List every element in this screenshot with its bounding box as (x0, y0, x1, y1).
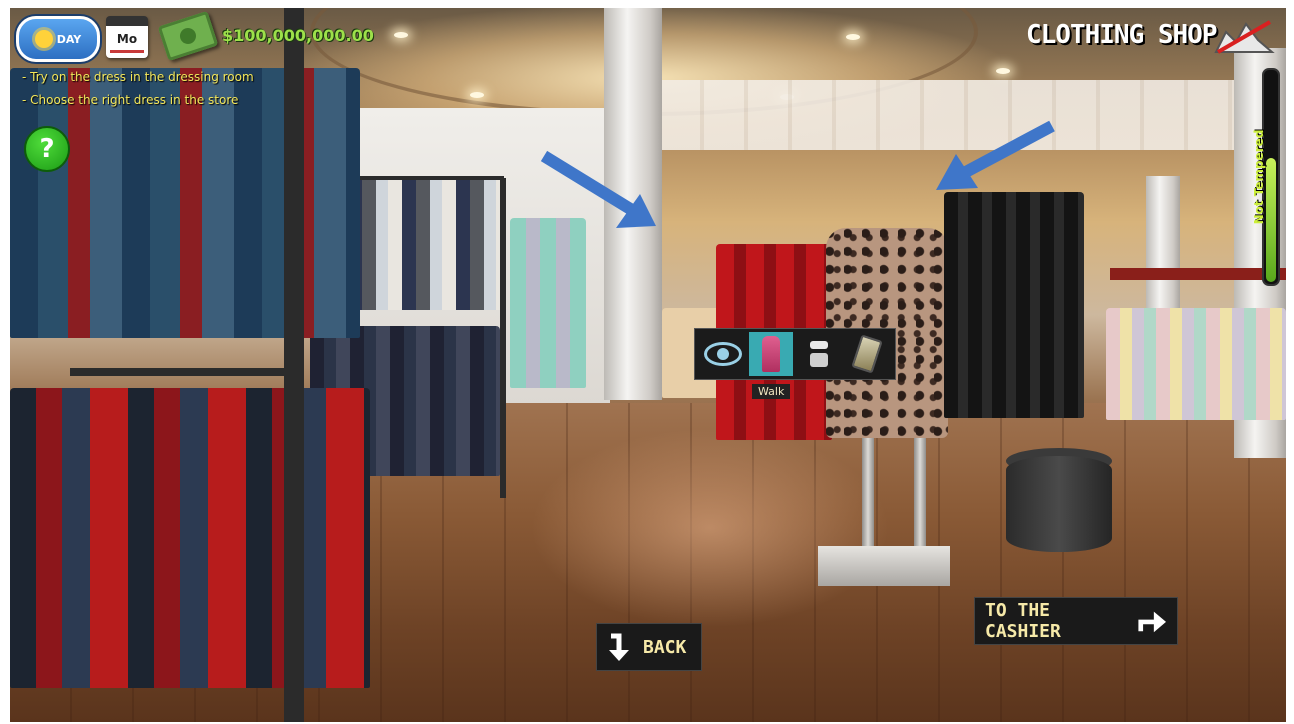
stool (1006, 456, 1112, 552)
ceiling-downlight (846, 34, 860, 40)
action-look-button[interactable] (701, 332, 745, 376)
eye-icon (704, 342, 742, 366)
rack-pole (500, 178, 506, 498)
calendar-icon[interactable]: Mo (106, 16, 148, 58)
mannequin-base (818, 546, 950, 586)
rack-pole (284, 8, 304, 722)
calendar-day: Mo (116, 32, 138, 46)
day-indicator-button[interactable]: DAY (16, 16, 100, 62)
guide-arrow-icon (540, 150, 656, 228)
action-clothes-button[interactable] (797, 332, 841, 376)
action-tooltip: Walk (752, 384, 791, 399)
ceiling-downlight (470, 92, 484, 98)
ceiling-downlight (996, 68, 1010, 74)
hanging-shirts (510, 218, 586, 388)
to-cashier-button[interactable]: TO THE CASHIER (974, 597, 1178, 645)
money-balance: $100,000,000.00 (222, 26, 374, 45)
floor-reflection (530, 428, 890, 628)
temper-meter-label: Not Tempered (1252, 129, 1266, 225)
mannequin-stand (862, 438, 874, 550)
back-button[interactable]: BACK (596, 623, 702, 671)
guide-arrow-icon (936, 120, 1055, 190)
rack-bar (70, 368, 300, 376)
cashier-label: TO THE CASHIER (985, 600, 1061, 642)
sun-icon (34, 30, 53, 48)
task-item: - Choose the right dress in the store (22, 93, 239, 107)
back-label: BACK (643, 636, 687, 658)
black-dresses (944, 192, 1084, 418)
location-title: CLOTHING SHOP (1026, 20, 1217, 50)
mannequin-stand (914, 438, 926, 550)
day-label: DAY (56, 32, 82, 46)
temper-meter-fill (1266, 157, 1276, 282)
ceiling-downlight (394, 32, 408, 38)
action-walk-button[interactable] (749, 332, 793, 376)
pastel-shirts (1106, 308, 1286, 420)
walk-icon (762, 336, 780, 372)
hanger-icon (808, 339, 830, 369)
hanging-tshirts-bottom (10, 388, 370, 688)
hanging-tshirts-top (10, 68, 360, 338)
curved-arrow-right-icon (1138, 611, 1167, 633)
task-item: - Try on the dress in the dressing room (22, 70, 254, 84)
phone-icon (851, 334, 883, 374)
help-button[interactable]: ? (24, 126, 70, 172)
curved-arrow-down-icon (609, 633, 629, 661)
shop-crossed-icon[interactable] (1212, 20, 1276, 54)
action-phone-button[interactable] (845, 332, 889, 376)
action-bar (694, 328, 896, 380)
